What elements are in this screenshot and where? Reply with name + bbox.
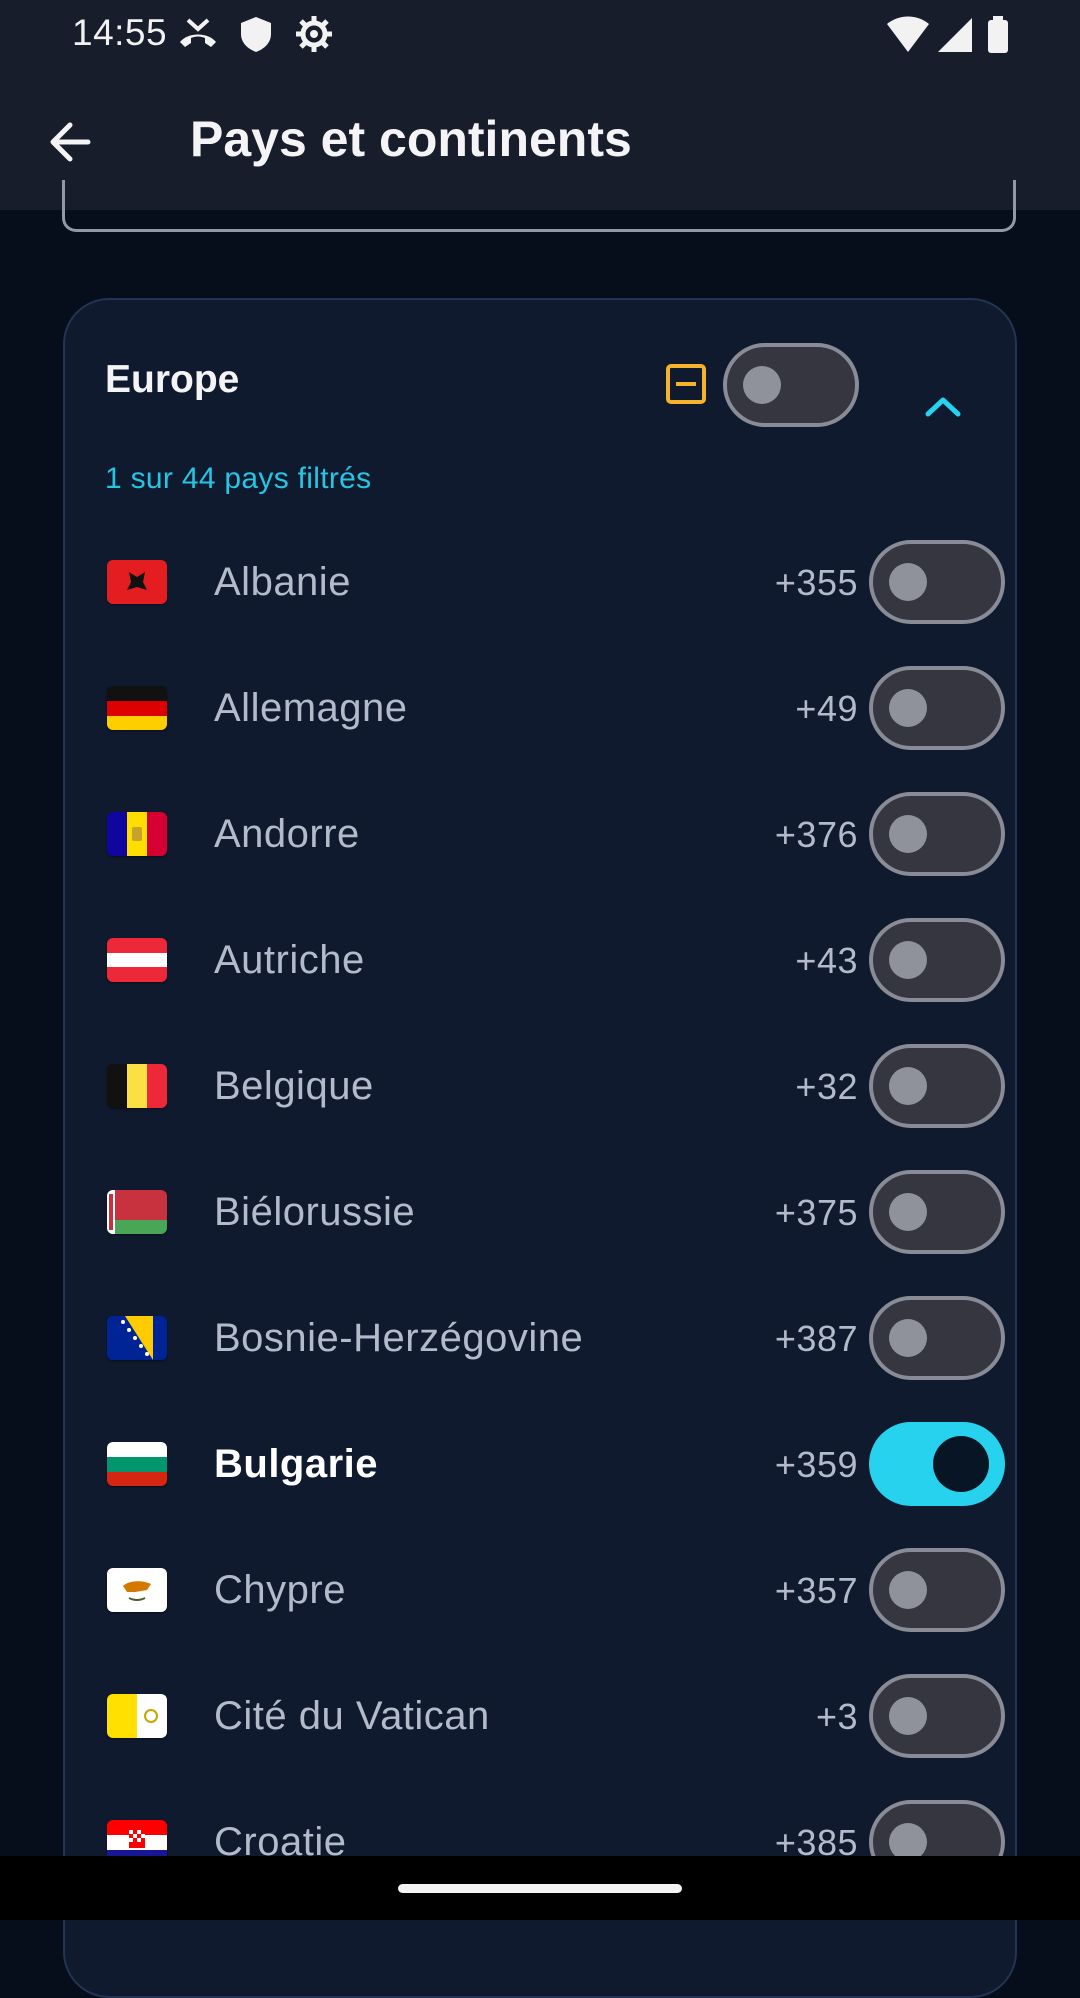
country-row[interactable]: Belgique +32 xyxy=(63,1024,1017,1150)
settings-gear-icon xyxy=(296,16,332,52)
country-row[interactable]: Biélorussie +375 xyxy=(63,1150,1017,1276)
country-name: Belgique xyxy=(214,1064,374,1108)
wifi-icon xyxy=(887,16,929,52)
flag-cyprus-icon xyxy=(107,1568,167,1612)
dial-code: +32 xyxy=(795,1066,858,1107)
page-title: Pays et continents xyxy=(190,111,632,167)
flag-bosnia-icon xyxy=(107,1316,167,1360)
switch-knob xyxy=(889,1571,927,1609)
country-toggle-switch[interactable] xyxy=(869,918,1005,1002)
status-bar: 14:55 xyxy=(0,0,1080,70)
country-toggle-switch[interactable] xyxy=(869,1674,1005,1758)
country-toggle-switch[interactable] xyxy=(869,1422,1005,1506)
dial-code: +3 xyxy=(815,1696,858,1737)
country-row[interactable]: Autriche +43 xyxy=(63,898,1017,1024)
shield-icon xyxy=(241,17,271,52)
country-toggle-switch[interactable] xyxy=(869,792,1005,876)
dial-code: +359 xyxy=(774,1444,858,1485)
dial-code: +49 xyxy=(795,688,858,729)
switch-knob xyxy=(889,689,927,727)
switch-knob xyxy=(889,1697,927,1735)
country-name: Biélorussie xyxy=(214,1190,416,1234)
country-toggle-switch[interactable] xyxy=(869,666,1005,750)
country-row[interactable]: Cité du Vatican +3 xyxy=(63,1654,1017,1780)
country-name: Autriche xyxy=(214,938,365,982)
country-row[interactable]: Andorre +376 xyxy=(63,772,1017,898)
dial-code: +375 xyxy=(774,1192,858,1233)
country-name: Cité du Vatican xyxy=(214,1694,490,1738)
dial-code: +387 xyxy=(774,1318,858,1359)
country-toggle-switch[interactable] xyxy=(869,1296,1005,1380)
filter-summary: 1 sur 44 pays filtrés xyxy=(105,462,372,495)
flag-austria-icon xyxy=(107,938,167,982)
dial-code: +376 xyxy=(774,814,858,855)
previous-card-edge xyxy=(62,180,1016,232)
country-toggle-switch[interactable] xyxy=(869,540,1005,624)
cell-signal-icon xyxy=(938,18,972,52)
flag-germany-icon xyxy=(107,686,167,730)
dial-code: +43 xyxy=(795,940,858,981)
country-name: Albanie xyxy=(214,560,351,604)
switch-knob xyxy=(889,815,927,853)
country-row[interactable]: Allemagne +49 xyxy=(63,646,1017,772)
country-row[interactable]: Bosnie-Herzégovine +387 xyxy=(63,1276,1017,1402)
missed-call-icon xyxy=(180,18,216,47)
country-toggle-switch[interactable] xyxy=(869,1548,1005,1632)
status-time: 14:55 xyxy=(72,12,168,53)
dial-code: +357 xyxy=(774,1570,858,1611)
switch-knob xyxy=(889,563,927,601)
country-row[interactable]: Albanie +355 xyxy=(63,520,1017,646)
switch-knob xyxy=(889,1067,927,1105)
flag-andorra-icon xyxy=(107,812,167,856)
flag-vatican-icon xyxy=(107,1694,167,1738)
region-title: Europe xyxy=(105,358,240,401)
switch-knob xyxy=(889,1193,927,1231)
country-row[interactable]: Chypre +357 xyxy=(63,1528,1017,1654)
flag-albania-icon xyxy=(107,560,167,604)
switch-knob xyxy=(743,366,781,404)
chevron-up-icon[interactable] xyxy=(922,392,964,420)
indeterminate-checkbox[interactable] xyxy=(666,364,706,404)
arrow-back-icon[interactable] xyxy=(40,110,104,174)
flag-belgium-icon xyxy=(107,1064,167,1108)
navigation-bar xyxy=(0,1856,1080,1920)
country-name: Bosnie-Herzégovine xyxy=(214,1316,584,1360)
country-row[interactable]: Bulgarie +359 xyxy=(63,1402,1017,1528)
country-toggle-switch[interactable] xyxy=(869,1170,1005,1254)
battery-icon xyxy=(988,16,1008,53)
country-toggle-switch[interactable] xyxy=(869,1044,1005,1128)
dial-code: +355 xyxy=(774,562,858,603)
country-name: Chypre xyxy=(214,1568,346,1612)
home-gesture-handle[interactable] xyxy=(398,1884,682,1893)
switch-knob xyxy=(889,1319,927,1357)
switch-knob xyxy=(889,941,927,979)
country-name: Bulgarie xyxy=(214,1442,379,1486)
country-name: Allemagne xyxy=(214,686,408,730)
switch-knob xyxy=(933,1436,989,1492)
flag-bulgaria-icon xyxy=(107,1442,167,1486)
country-name: Andorre xyxy=(214,812,360,856)
region-toggle-switch[interactable] xyxy=(723,343,859,427)
flag-belarus-icon xyxy=(107,1190,167,1234)
